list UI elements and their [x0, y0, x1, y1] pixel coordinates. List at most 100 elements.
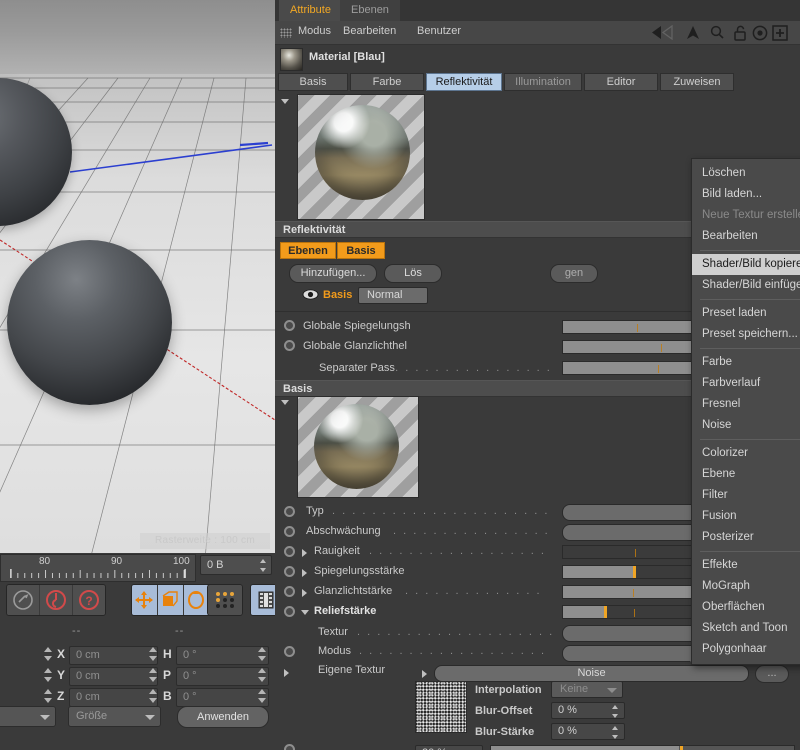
radio-typ[interactable] [284, 506, 295, 517]
menu-item-preset-speichern[interactable]: Preset speichern... [692, 324, 800, 345]
y-spinner-icon[interactable] [44, 668, 53, 682]
preview-collapse-icon[interactable] [281, 99, 289, 104]
tab-ebenen[interactable]: Ebenen [340, 0, 400, 21]
x-field-spinner-icon[interactable] [149, 647, 158, 661]
menu-item-farbe[interactable]: Farbe [692, 352, 800, 373]
search-icon[interactable] [709, 25, 725, 43]
expand-glanzlichtstaerke-icon[interactable] [302, 589, 307, 597]
radio-spiegelungsstaerke[interactable] [284, 566, 295, 577]
material-sphere-thumb[interactable] [280, 48, 303, 71]
up-arrow-icon[interactable] [685, 25, 701, 43]
sphere-object-front[interactable] [7, 240, 172, 405]
shader-browse-button[interactable]: ... [755, 665, 789, 683]
radio-modus[interactable] [284, 646, 295, 657]
collapse-reliefstaerke-icon[interactable] [301, 610, 309, 615]
menu-item-filter[interactable]: Filter [692, 485, 800, 506]
menu-item-sketch-and-toon[interactable]: Sketch and Toon [692, 618, 800, 639]
shader-expand-icon[interactable] [422, 670, 427, 678]
menu-item-polygonhaar[interactable]: Polygonhaar [692, 639, 800, 660]
lock-icon[interactable] [733, 25, 747, 44]
tab-illumination[interactable]: Illumination [504, 73, 582, 91]
y-field-spinner-icon[interactable] [149, 668, 158, 682]
points-icon[interactable] [207, 584, 243, 616]
drag-grip-icon[interactable] [280, 28, 292, 38]
menu-item-colorizer[interactable]: Colorizer [692, 443, 800, 464]
basis-preview-collapse-icon[interactable] [281, 400, 289, 405]
menu-item-shader-bild-einfuegen[interactable]: Shader/Bild einfügen [692, 275, 800, 296]
radio-globale-glanzlicht[interactable] [284, 340, 295, 351]
btn-hinzufuegen[interactable]: Hinzufügen... [289, 264, 377, 283]
blur-offset-spinner-icon[interactable] [612, 705, 619, 718]
menu-item-loeschen[interactable]: Löschen [692, 163, 800, 184]
apply-button[interactable]: Anwenden [177, 706, 269, 728]
menu-benutzer[interactable]: Benutzer [417, 25, 461, 37]
rotate-icon[interactable] [183, 585, 210, 615]
radio-rauigkeit[interactable] [284, 546, 295, 557]
menu-item-ebene[interactable]: Ebene [692, 464, 800, 485]
expand-eigene-textur-icon[interactable] [284, 669, 289, 677]
radio-glanzlichtstaerke[interactable] [284, 586, 295, 597]
eye-icon[interactable] [302, 288, 319, 304]
tab-farbe[interactable]: Farbe [350, 73, 424, 91]
h-field-spinner-icon[interactable] [258, 647, 267, 661]
btn-loeschen[interactable]: Lös [384, 264, 442, 283]
field-bottom-value[interactable]: 20 % [415, 745, 483, 750]
combo-interpolation[interactable]: Keine [551, 681, 623, 698]
menu-item-farbverlauf[interactable]: Farbverlauf [692, 373, 800, 394]
field-blur-offset[interactable]: 0 % [551, 702, 625, 719]
live-selection-icon[interactable] [40, 585, 73, 615]
blur-staerke-spinner-icon[interactable] [612, 726, 619, 739]
shader-name-field[interactable]: Noise [434, 665, 749, 682]
timeline-ruler[interactable]: 80 90 100 [0, 554, 196, 582]
p-field-spinner-icon[interactable] [258, 668, 267, 682]
menu-modus[interactable]: Modus [298, 25, 331, 37]
x-field[interactable]: 0 cm [69, 646, 158, 665]
viewport-3d[interactable]: Rasterweite : 100 cm [0, 0, 275, 553]
radio-reliefstaerke[interactable] [284, 606, 295, 617]
size-dropdown[interactable]: Größe [68, 706, 161, 727]
noise-texture-thumb[interactable] [415, 681, 467, 733]
z-field-spinner-icon[interactable] [149, 689, 158, 703]
z-spinner-icon[interactable] [44, 689, 53, 703]
back-arrow-icon[interactable] [651, 24, 673, 43]
radio-globale-spiegelung[interactable] [284, 320, 295, 331]
slider-bottom[interactable] [490, 745, 795, 750]
h-field[interactable]: 0 ° [176, 646, 269, 665]
menu-bearbeiten[interactable]: Bearbeiten [343, 25, 396, 37]
menu-item-posterizer[interactable]: Posterizer [692, 527, 800, 548]
btn-basis-toggle[interactable]: Basis [337, 242, 385, 259]
tab-attribute[interactable]: Attribute [279, 0, 342, 21]
radio-staerke[interactable] [284, 744, 295, 750]
field-blur-staerke[interactable]: 0 % [551, 723, 625, 740]
frame-spinner-icon[interactable] [260, 559, 267, 572]
menu-item-preset-laden[interactable]: Preset laden [692, 303, 800, 324]
frame-field[interactable]: 0 B [200, 555, 272, 575]
object-mode-dropdown[interactable] [0, 706, 56, 727]
material-preview-basis[interactable] [297, 396, 419, 498]
btn-ebenen[interactable]: Ebenen [280, 242, 336, 259]
menu-item-noise[interactable]: Noise [692, 415, 800, 436]
menu-item-mograph[interactable]: MoGraph [692, 576, 800, 597]
b-field-spinner-icon[interactable] [258, 689, 267, 703]
tab-basis[interactable]: Basis [278, 73, 348, 91]
btn-entfernen[interactable]: gen [550, 264, 598, 283]
p-field[interactable]: 0 ° [176, 667, 269, 686]
z-field[interactable]: 0 cm [69, 688, 158, 707]
undo-icon[interactable] [7, 585, 40, 615]
expand-rauigkeit-icon[interactable] [302, 549, 307, 557]
menu-item-fusion[interactable]: Fusion [692, 506, 800, 527]
tab-zuweisen[interactable]: Zuweisen [660, 73, 734, 91]
menu-item-oberflaechen[interactable]: Oberflächen [692, 597, 800, 618]
b-field[interactable]: 0 ° [176, 688, 269, 707]
move-icon[interactable] [132, 585, 158, 615]
menu-item-fresnel[interactable]: Fresnel [692, 394, 800, 415]
scale-icon[interactable] [157, 585, 184, 615]
y-field[interactable]: 0 cm [69, 667, 158, 686]
material-preview-reflektivitaet[interactable] [297, 94, 425, 220]
menu-item-effekte[interactable]: Effekte [692, 555, 800, 576]
record-icon[interactable] [752, 25, 768, 44]
expand-spiegelungsstaerke-icon[interactable] [302, 569, 307, 577]
add-icon[interactable] [772, 25, 788, 44]
menu-item-bild-laden[interactable]: Bild laden... [692, 184, 800, 205]
context-menu[interactable]: Löschen Bild laden... Neue Textur erstel… [691, 158, 800, 665]
